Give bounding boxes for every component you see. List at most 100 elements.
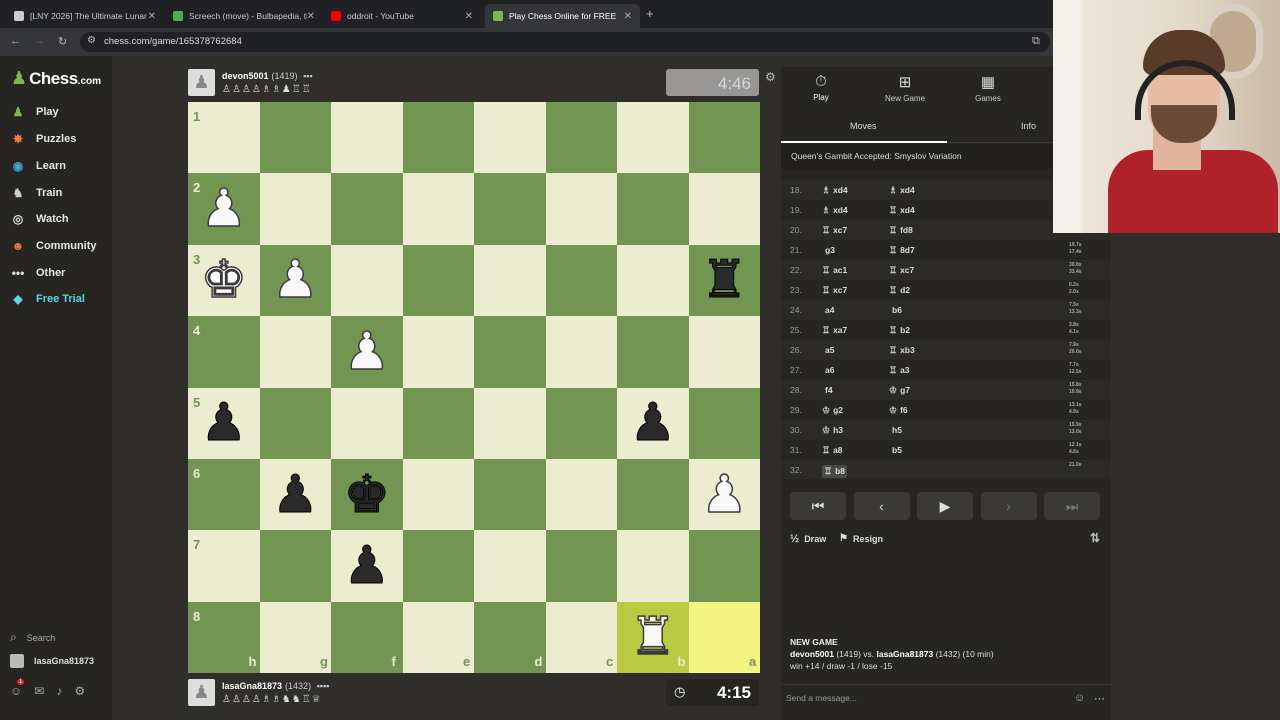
black-move[interactable]: ♖ xc7 — [889, 265, 914, 276]
last-move-button[interactable]: ⏭ — [1044, 492, 1100, 520]
white-move[interactable]: a6 — [822, 365, 834, 375]
board-square[interactable] — [259, 530, 331, 602]
sidebar-item-watch[interactable]: ◎ Watch — [10, 212, 69, 226]
sidebar-item-train[interactable]: ♞ Train — [10, 186, 63, 200]
previous-move-button[interactable]: ‹ — [853, 492, 910, 520]
board-square[interactable] — [545, 244, 617, 317]
board-square[interactable] — [474, 387, 546, 459]
board-square[interactable] — [688, 173, 760, 245]
forward-icon[interactable]: → — [34, 35, 45, 47]
black-piece[interactable]: ♟ — [260, 459, 332, 530]
black-move[interactable]: ♔ f6 — [889, 405, 908, 416]
board-square[interactable] — [545, 459, 617, 531]
browser-tab[interactable]: oddroit - YouTube ✕ — [323, 4, 481, 28]
white-move[interactable]: ♔ h3 — [822, 425, 843, 436]
cast-icon[interactable]: ⧉ — [1032, 35, 1040, 48]
black-move[interactable]: b5 — [889, 445, 902, 455]
sidebar-item-community[interactable]: ☻ Community — [10, 239, 97, 253]
user-profile[interactable]: lasaGna81873 — [10, 654, 94, 668]
white-move[interactable]: a4 — [822, 305, 834, 315]
board-square[interactable] — [617, 173, 689, 245]
top-player-name[interactable]: devon5001 — [222, 71, 269, 81]
white-piece[interactable]: ♟ — [689, 459, 761, 530]
black-move[interactable]: ♖ fd8 — [889, 225, 913, 236]
reload-icon[interactable]: ↻ — [58, 35, 67, 48]
board-square[interactable] — [402, 459, 474, 531]
board-square[interactable] — [259, 102, 331, 174]
board-square[interactable] — [545, 102, 617, 174]
board-square[interactable] — [474, 173, 546, 245]
black-player-name[interactable]: lasaGna81873 — [877, 649, 934, 659]
board-square[interactable] — [545, 173, 617, 245]
tab-info[interactable]: Info — [1021, 121, 1036, 131]
board-square[interactable] — [688, 102, 760, 174]
board-square[interactable] — [688, 316, 760, 388]
black-piece[interactable]: ♟ — [188, 388, 260, 459]
white-piece[interactable]: ♚ — [188, 245, 260, 316]
url-field[interactable]: ⚙ chess.com/game/165378762684 — [80, 32, 1050, 52]
board-square[interactable] — [617, 102, 689, 174]
browser-tab[interactable]: Screech (move) - Bulbapedia, th ✕ — [165, 4, 323, 28]
flip-board-icon[interactable]: ⇅ — [1090, 531, 1100, 545]
board-square[interactable] — [474, 244, 546, 317]
tab-games[interactable]: ▦ Games — [948, 73, 1028, 103]
white-piece[interactable]: ♟ — [260, 245, 332, 316]
new-tab-button[interactable]: + — [646, 6, 654, 21]
sidebar-item-play[interactable]: ♟ Play — [10, 105, 59, 119]
draw-button[interactable]: ½ Draw — [790, 533, 826, 545]
white-move[interactable]: g3 — [822, 245, 835, 255]
board-square[interactable] — [688, 387, 760, 459]
white-move[interactable]: ♖ xc7 — [822, 225, 847, 236]
black-piece[interactable]: ♜ — [689, 245, 761, 316]
black-piece[interactable]: ♟ — [617, 388, 689, 459]
browser-tab[interactable]: Play Chess Online for FREE ✕ — [485, 4, 640, 28]
black-move[interactable]: ♖ a3 — [889, 365, 910, 376]
chess-board[interactable]: 1 2 3 4 5 6 7 8 h g f e d c b a ♟ ♚ ♟ ♜ ♟ ♟ ♟ ♟ ♚ ♟ ♟ ♜ — [188, 102, 761, 674]
black-move[interactable]: ♔ g7 — [889, 385, 910, 396]
sidebar-item-puzzles[interactable]: ✸ Puzzles — [10, 132, 76, 146]
resign-button[interactable]: ⚑ Resign — [839, 533, 883, 544]
more-options-icon[interactable]: ⋯ — [1094, 692, 1105, 705]
board-square[interactable] — [617, 316, 689, 388]
sidebar-item-learn[interactable]: ◉ Learn — [10, 159, 66, 173]
search-button[interactable]: ⌕ Search — [10, 630, 55, 645]
board-square[interactable] — [331, 173, 403, 245]
emoji-icon[interactable]: ☺ — [1074, 692, 1085, 704]
board-square[interactable] — [402, 530, 474, 602]
black-move[interactable] — [889, 465, 892, 475]
board-square[interactable] — [402, 244, 474, 317]
black-move[interactable]: ♖ 8d7 — [889, 245, 915, 256]
tab-play[interactable]: ⏱ Play — [781, 73, 861, 102]
board-square[interactable] — [474, 530, 546, 602]
white-move[interactable]: ♖ a8 — [822, 445, 843, 456]
board-square[interactable] — [617, 530, 689, 602]
tab-close-icon[interactable]: ✕ — [624, 11, 632, 22]
chat-input[interactable]: Send a message... ☺ ⋯ — [781, 684, 1111, 710]
black-move[interactable]: ♖ b2 — [889, 325, 910, 336]
board-square[interactable] — [402, 102, 474, 174]
board-square[interactable] — [617, 244, 689, 317]
white-move[interactable]: ♗ xd4 — [822, 185, 848, 196]
white-player-name[interactable]: devon5001 — [790, 649, 834, 659]
white-move[interactable]: ♖ b8 — [822, 465, 847, 478]
bottom-player-name[interactable]: lasaGna81873 — [222, 681, 282, 691]
black-move[interactable]: ♖ d2 — [889, 285, 910, 296]
browser-tab[interactable]: [LNY 2026] The Ultimate Lunar ✕ — [6, 4, 164, 28]
board-square[interactable] — [331, 387, 403, 459]
chess-logo[interactable]: ♟ Chess .com — [11, 68, 101, 89]
white-piece[interactable]: ♟ — [188, 173, 260, 244]
board-square[interactable] — [545, 387, 617, 459]
black-piece[interactable]: ♚ — [331, 459, 403, 530]
white-piece[interactable]: ♜ — [617, 602, 689, 673]
friends-icon[interactable]: ☺ 1 — [10, 679, 25, 698]
white-move[interactable]: a5 — [822, 345, 834, 355]
black-move[interactable]: ♖ xb3 — [889, 345, 915, 356]
board-square[interactable] — [402, 387, 474, 459]
white-move[interactable]: ♗ xd4 — [822, 205, 848, 216]
tab-close-icon[interactable]: ✕ — [148, 11, 156, 22]
white-piece[interactable]: ♟ — [331, 316, 403, 387]
black-move[interactable]: b6 — [889, 305, 902, 315]
notifications-icon[interactable]: ♪ — [56, 684, 62, 698]
tab-moves[interactable]: Moves — [850, 121, 877, 131]
site-settings-icon[interactable]: ⚙ — [87, 35, 96, 46]
